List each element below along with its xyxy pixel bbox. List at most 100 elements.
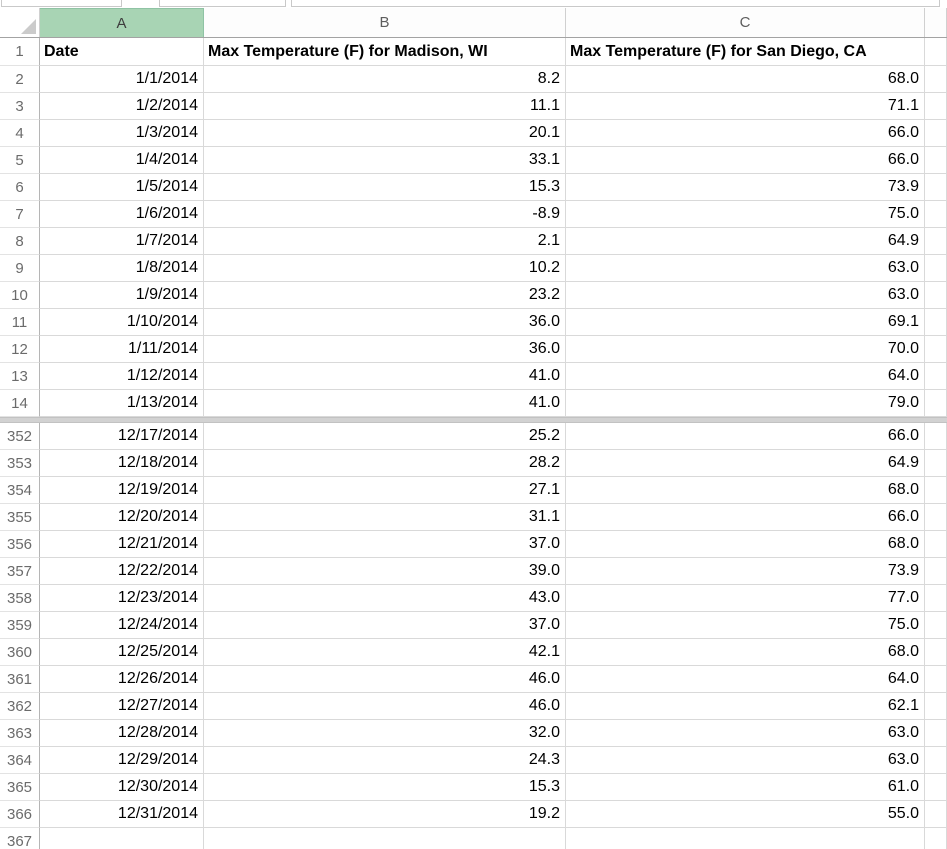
cell-sandiego-temp[interactable]: 66.0 bbox=[566, 147, 925, 174]
cell-sandiego-temp[interactable]: 61.0 bbox=[566, 774, 925, 801]
cell-date[interactable]: 1/13/2014 bbox=[40, 390, 204, 417]
row-number[interactable]: 361 bbox=[0, 666, 40, 693]
cell-date[interactable]: 12/25/2014 bbox=[40, 639, 204, 666]
cell-date[interactable]: 1/11/2014 bbox=[40, 336, 204, 363]
cell-date[interactable]: 1/9/2014 bbox=[40, 282, 204, 309]
cell-madison-temp[interactable]: 15.3 bbox=[204, 774, 566, 801]
cell-sandiego-temp[interactable]: 64.0 bbox=[566, 666, 925, 693]
cell-sandiego-temp[interactable]: 66.0 bbox=[566, 120, 925, 147]
cell-madison-temp[interactable]: 46.0 bbox=[204, 693, 566, 720]
cell-empty[interactable] bbox=[925, 531, 947, 558]
row-number[interactable]: 365 bbox=[0, 774, 40, 801]
cell-date[interactable]: 12/28/2014 bbox=[40, 720, 204, 747]
cell-empty[interactable] bbox=[925, 309, 947, 336]
cell-madison-temp[interactable]: 19.2 bbox=[204, 801, 566, 828]
cell-empty[interactable] bbox=[925, 450, 947, 477]
column-header-b[interactable]: B bbox=[204, 8, 566, 37]
cell-madison-temp[interactable]: 10.2 bbox=[204, 255, 566, 282]
cell-empty[interactable] bbox=[925, 201, 947, 228]
row-number[interactable]: 366 bbox=[0, 801, 40, 828]
cell-date[interactable]: 12/18/2014 bbox=[40, 450, 204, 477]
cell-empty[interactable] bbox=[925, 801, 947, 828]
cell-empty[interactable] bbox=[925, 477, 947, 504]
cell-madison-temp[interactable]: 36.0 bbox=[204, 309, 566, 336]
cell-sandiego-temp[interactable]: 63.0 bbox=[566, 255, 925, 282]
cell-date[interactable]: 12/20/2014 bbox=[40, 504, 204, 531]
cell-empty[interactable] bbox=[925, 174, 947, 201]
row-number[interactable]: 358 bbox=[0, 585, 40, 612]
cell-madison-temp[interactable]: 32.0 bbox=[204, 720, 566, 747]
cell-madison-temp[interactable]: 28.2 bbox=[204, 450, 566, 477]
cell-madison-temp[interactable]: 23.2 bbox=[204, 282, 566, 309]
row-number[interactable]: 7 bbox=[0, 201, 40, 228]
cell-empty[interactable] bbox=[925, 612, 947, 639]
cell-date[interactable]: 12/29/2014 bbox=[40, 747, 204, 774]
cell-sandiego-temp[interactable]: 71.1 bbox=[566, 93, 925, 120]
row-number[interactable]: 352 bbox=[0, 423, 40, 450]
cell-empty[interactable] bbox=[925, 639, 947, 666]
cell-date[interactable]: 1/6/2014 bbox=[40, 201, 204, 228]
row-number[interactable]: 6 bbox=[0, 174, 40, 201]
row-number[interactable]: 364 bbox=[0, 747, 40, 774]
cell-madison-temp[interactable]: -8.9 bbox=[204, 201, 566, 228]
cell-sandiego-temp[interactable]: 73.9 bbox=[566, 558, 925, 585]
cell-sandiego-temp[interactable]: 64.9 bbox=[566, 228, 925, 255]
cell-sandiego-temp[interactable]: 68.0 bbox=[566, 639, 925, 666]
cell-madison-temp[interactable]: 15.3 bbox=[204, 174, 566, 201]
cell-madison-temp[interactable]: 31.1 bbox=[204, 504, 566, 531]
header-cell[interactable]: Date bbox=[40, 38, 204, 66]
cell-madison-temp[interactable]: 20.1 bbox=[204, 120, 566, 147]
cell-sandiego-temp[interactable]: 73.9 bbox=[566, 174, 925, 201]
cell-madison-temp[interactable]: 27.1 bbox=[204, 477, 566, 504]
header-cell[interactable]: Max Temperature (F) for Madison, WI bbox=[204, 38, 566, 66]
cell-date[interactable]: 1/4/2014 bbox=[40, 147, 204, 174]
column-header-a[interactable]: A bbox=[40, 8, 204, 37]
cell-empty[interactable] bbox=[925, 255, 947, 282]
cell-date[interactable]: 12/21/2014 bbox=[40, 531, 204, 558]
cell-sandiego-temp[interactable]: 64.9 bbox=[566, 450, 925, 477]
cell-madison-temp[interactable]: 43.0 bbox=[204, 585, 566, 612]
cell-empty[interactable] bbox=[925, 747, 947, 774]
cell-date[interactable]: 1/10/2014 bbox=[40, 309, 204, 336]
row-number[interactable]: 11 bbox=[0, 309, 40, 336]
cell-madison-temp[interactable]: 24.3 bbox=[204, 747, 566, 774]
header-cell[interactable]: Max Temperature (F) for San Diego, CA bbox=[566, 38, 925, 66]
cell-date[interactable]: 12/19/2014 bbox=[40, 477, 204, 504]
cell-empty[interactable] bbox=[925, 363, 947, 390]
cell-madison-temp[interactable]: 8.2 bbox=[204, 66, 566, 93]
cell-date[interactable]: 1/5/2014 bbox=[40, 174, 204, 201]
cell-sandiego-temp[interactable]: 63.0 bbox=[566, 747, 925, 774]
select-all-corner[interactable] bbox=[0, 8, 40, 37]
cell-sandiego-temp[interactable]: 68.0 bbox=[566, 531, 925, 558]
cell-date[interactable]: 1/8/2014 bbox=[40, 255, 204, 282]
cell-madison-temp[interactable]: 37.0 bbox=[204, 531, 566, 558]
cell-date[interactable] bbox=[40, 828, 204, 849]
cell-empty[interactable] bbox=[925, 147, 947, 174]
row-number[interactable]: 356 bbox=[0, 531, 40, 558]
cell-empty[interactable] bbox=[925, 66, 947, 93]
row-number[interactable]: 357 bbox=[0, 558, 40, 585]
cell-madison-temp[interactable] bbox=[204, 828, 566, 849]
row-number[interactable]: 360 bbox=[0, 639, 40, 666]
cell-madison-temp[interactable]: 42.1 bbox=[204, 639, 566, 666]
cell-sandiego-temp[interactable]: 63.0 bbox=[566, 720, 925, 747]
cell-madison-temp[interactable]: 41.0 bbox=[204, 390, 566, 417]
cell-madison-temp[interactable]: 25.2 bbox=[204, 423, 566, 450]
row-number[interactable]: 354 bbox=[0, 477, 40, 504]
cell-empty[interactable] bbox=[925, 423, 947, 450]
cell-date[interactable]: 1/2/2014 bbox=[40, 93, 204, 120]
cell-date[interactable]: 1/12/2014 bbox=[40, 363, 204, 390]
cell-empty[interactable] bbox=[925, 120, 947, 147]
cell-date[interactable]: 12/26/2014 bbox=[40, 666, 204, 693]
cell-date[interactable]: 1/1/2014 bbox=[40, 66, 204, 93]
cell-madison-temp[interactable]: 46.0 bbox=[204, 666, 566, 693]
cell-madison-temp[interactable]: 37.0 bbox=[204, 612, 566, 639]
row-number[interactable]: 3 bbox=[0, 93, 40, 120]
cell-madison-temp[interactable]: 39.0 bbox=[204, 558, 566, 585]
cell-empty[interactable] bbox=[925, 504, 947, 531]
cell-sandiego-temp[interactable]: 66.0 bbox=[566, 504, 925, 531]
cell-date[interactable]: 12/22/2014 bbox=[40, 558, 204, 585]
cell-sandiego-temp[interactable]: 62.1 bbox=[566, 693, 925, 720]
cell-sandiego-temp[interactable]: 64.0 bbox=[566, 363, 925, 390]
cell-sandiego-temp[interactable]: 68.0 bbox=[566, 66, 925, 93]
